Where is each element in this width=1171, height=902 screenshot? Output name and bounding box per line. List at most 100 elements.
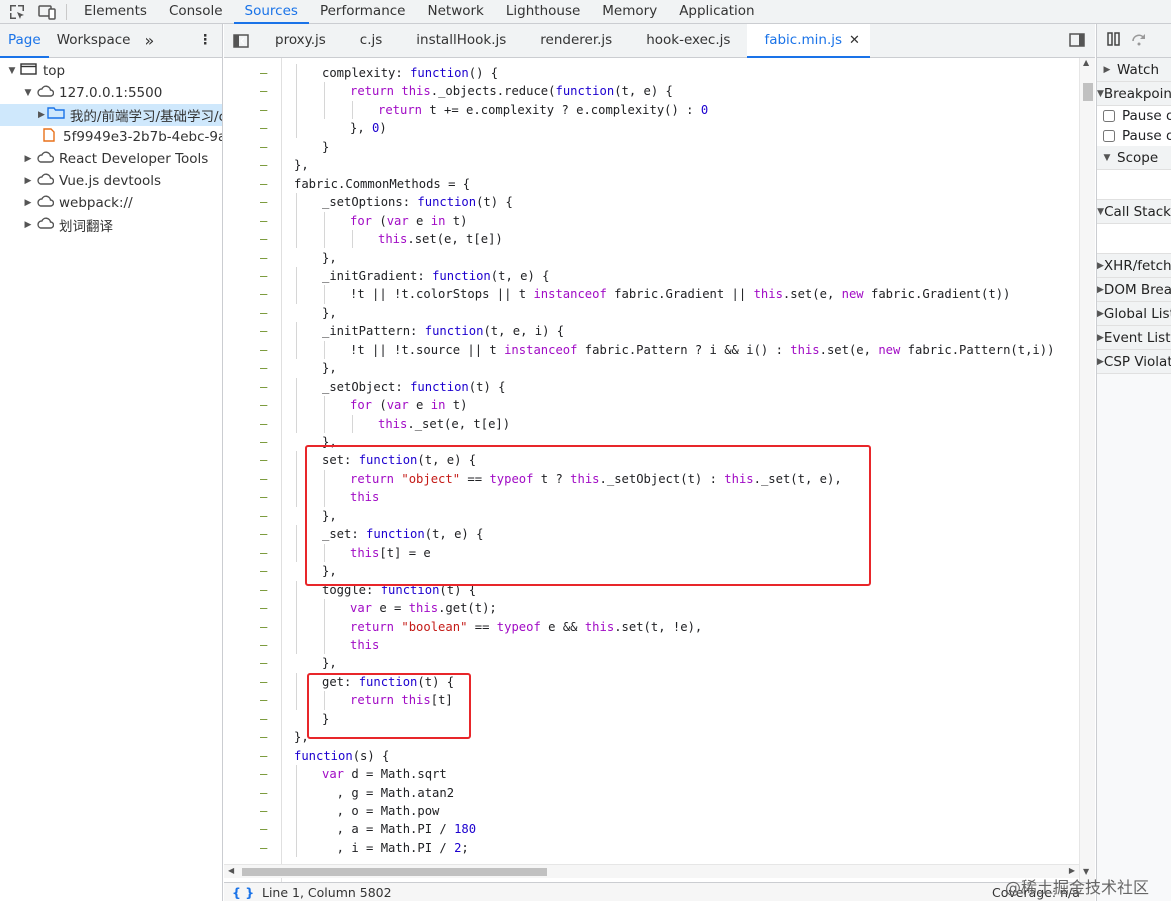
code-line[interactable]: – var e = this.get(t); bbox=[224, 599, 1079, 617]
tree-item[interactable]: ▶ Vue.js devtools bbox=[0, 170, 222, 192]
expand-arrow-icon[interactable]: ▶ bbox=[1097, 326, 1104, 350]
tab-elements[interactable]: Elements bbox=[73, 0, 158, 24]
tab-lighthouse[interactable]: Lighthouse bbox=[495, 0, 591, 24]
code-line[interactable]: – , i = Math.PI / 2; bbox=[224, 839, 1079, 857]
tree-item[interactable]: ▶ 我的/前端学习/基础学习/c bbox=[0, 104, 222, 126]
pause-option[interactable]: Pause on bbox=[1097, 106, 1171, 126]
line-marker[interactable]: – bbox=[260, 599, 267, 617]
code-line[interactable]: – fabric.CommonMethods = { bbox=[224, 175, 1079, 193]
line-marker[interactable]: – bbox=[260, 267, 267, 285]
line-marker[interactable]: – bbox=[260, 193, 267, 211]
line-marker[interactable]: – bbox=[260, 488, 267, 506]
expand-arrow-icon[interactable]: ▶ bbox=[1097, 302, 1104, 326]
file-tab[interactable]: installHook.js bbox=[399, 24, 523, 58]
line-marker[interactable]: – bbox=[260, 507, 267, 525]
line-marker[interactable]: – bbox=[260, 249, 267, 267]
sidebar-section-header[interactable]: ▼Breakpoints bbox=[1097, 82, 1171, 106]
more-tabs-button[interactable]: » bbox=[138, 24, 162, 58]
tree-arrow-icon[interactable]: ▶ bbox=[22, 154, 34, 164]
tab-page[interactable]: Page bbox=[0, 24, 49, 58]
code-line[interactable]: – this bbox=[224, 636, 1079, 654]
line-marker[interactable]: – bbox=[260, 618, 267, 636]
file-tab[interactable]: fabic.min.js ✕ bbox=[747, 23, 870, 58]
code-line[interactable]: – _setObject: function(t) { bbox=[224, 378, 1079, 396]
pause-icon[interactable] bbox=[1107, 31, 1121, 50]
tree-item[interactable]: ▶ webpack:// bbox=[0, 192, 222, 214]
tree-arrow-icon[interactable]: ▶ bbox=[38, 110, 45, 120]
file-tab[interactable]: renderer.js bbox=[523, 24, 629, 58]
sidebar-section-header[interactable]: ▶CSP Violation Breakpoints bbox=[1097, 350, 1171, 374]
horizontal-scrollbar[interactable]: ◀ ▶ bbox=[224, 864, 1079, 878]
code-line[interactable]: – , g = Math.atan2 bbox=[224, 784, 1079, 802]
code-line[interactable]: – var d = Math.sqrt bbox=[224, 765, 1079, 783]
line-marker[interactable]: – bbox=[260, 784, 267, 802]
vertical-scrollbar[interactable]: ▲ ▼ bbox=[1079, 58, 1095, 890]
line-marker[interactable]: – bbox=[260, 396, 267, 414]
toggle-navigator-icon[interactable] bbox=[224, 33, 258, 48]
tree-arrow-icon[interactable]: ▶ bbox=[22, 176, 34, 186]
expand-arrow-icon[interactable]: ▶ bbox=[1097, 58, 1117, 82]
sidebar-section-header[interactable]: ▶DOM Breakpoints bbox=[1097, 278, 1171, 302]
line-marker[interactable]: – bbox=[260, 212, 267, 230]
tree-item[interactable]: ▶ 划词翻译 bbox=[0, 214, 222, 236]
code-line[interactable]: – , o = Math.pow bbox=[224, 802, 1079, 820]
tab-sources[interactable]: Sources bbox=[233, 0, 309, 24]
code-line[interactable]: –}, 0) bbox=[224, 119, 1079, 137]
line-marker[interactable]: – bbox=[260, 341, 267, 359]
tree-arrow-icon[interactable]: ▼ bbox=[22, 88, 34, 98]
code-line[interactable]: – complexity: function() { bbox=[224, 64, 1079, 82]
line-marker[interactable]: – bbox=[260, 175, 267, 193]
line-marker[interactable]: – bbox=[260, 230, 267, 248]
line-marker[interactable]: – bbox=[260, 636, 267, 654]
sidebar-section-header[interactable]: ▶XHR/fetch Breakpoints bbox=[1097, 254, 1171, 278]
line-marker[interactable]: – bbox=[260, 64, 267, 82]
code-line[interactable]: – _initGradient: function(t, e) { bbox=[224, 267, 1079, 285]
line-marker[interactable]: – bbox=[260, 451, 267, 469]
code-line[interactable]: –}, bbox=[224, 304, 1079, 322]
line-marker[interactable]: – bbox=[260, 119, 267, 137]
close-tab-icon[interactable]: ✕ bbox=[849, 33, 860, 48]
line-marker[interactable]: – bbox=[260, 710, 267, 728]
pause-checkbox[interactable] bbox=[1103, 110, 1115, 122]
line-marker[interactable]: – bbox=[260, 101, 267, 119]
code-line[interactable]: – _setOptions: function(t) { bbox=[224, 193, 1079, 211]
device-toolbar-icon[interactable] bbox=[38, 3, 56, 21]
line-marker[interactable]: – bbox=[260, 156, 267, 174]
sidebar-section-header[interactable]: ▶Event Listener Breakpoints bbox=[1097, 326, 1171, 350]
line-marker[interactable]: – bbox=[260, 673, 267, 691]
code-line[interactable]: – return "boolean" == typeof e && this.se… bbox=[224, 618, 1079, 636]
tab-performance[interactable]: Performance bbox=[309, 0, 417, 24]
line-marker[interactable]: – bbox=[260, 839, 267, 857]
code-line[interactable]: –}, bbox=[224, 249, 1079, 267]
tab-workspace[interactable]: Workspace bbox=[49, 24, 139, 58]
line-marker[interactable]: – bbox=[260, 415, 267, 433]
line-marker[interactable]: – bbox=[260, 433, 267, 451]
file-tab[interactable]: c.js bbox=[343, 24, 400, 58]
code-line[interactable]: – for (var e in t) bbox=[224, 212, 1079, 230]
sidebar-section-header[interactable]: ▶Global Listeners bbox=[1097, 302, 1171, 326]
line-marker[interactable]: – bbox=[260, 820, 267, 838]
code-line[interactable]: –}, bbox=[224, 156, 1079, 174]
scroll-up-icon[interactable]: ▲ bbox=[1083, 58, 1089, 67]
sidebar-section-header[interactable]: ▼ Scope bbox=[1097, 146, 1171, 170]
line-marker[interactable]: – bbox=[260, 562, 267, 580]
line-marker[interactable]: – bbox=[260, 322, 267, 340]
pretty-print-button[interactable]: { } bbox=[232, 883, 254, 902]
tab-memory[interactable]: Memory bbox=[591, 0, 668, 24]
tree-item[interactable]: ▼ top bbox=[0, 60, 222, 82]
expand-arrow-icon[interactable]: ▶ bbox=[1097, 254, 1104, 278]
tab-network[interactable]: Network bbox=[417, 0, 495, 24]
line-marker[interactable]: – bbox=[260, 747, 267, 765]
code-line[interactable]: –}, bbox=[224, 654, 1079, 672]
code-line[interactable]: –}, bbox=[224, 359, 1079, 377]
navigator-menu-button[interactable]: ⋮ bbox=[191, 24, 223, 58]
line-marker[interactable]: – bbox=[260, 728, 267, 746]
tree-item[interactable]: ▶ React Developer Tools bbox=[0, 148, 222, 170]
line-marker[interactable]: – bbox=[260, 765, 267, 783]
expand-arrow-icon[interactable]: ▼ bbox=[1097, 200, 1104, 224]
tree-arrow-icon[interactable]: ▼ bbox=[6, 66, 18, 76]
code-view[interactable]: – complexity: function() {– return this._o… bbox=[224, 58, 1079, 890]
file-tab[interactable]: hook-exec.js bbox=[629, 24, 747, 58]
inspect-element-icon[interactable] bbox=[8, 3, 26, 21]
toggle-debugger-icon[interactable] bbox=[1069, 33, 1085, 51]
